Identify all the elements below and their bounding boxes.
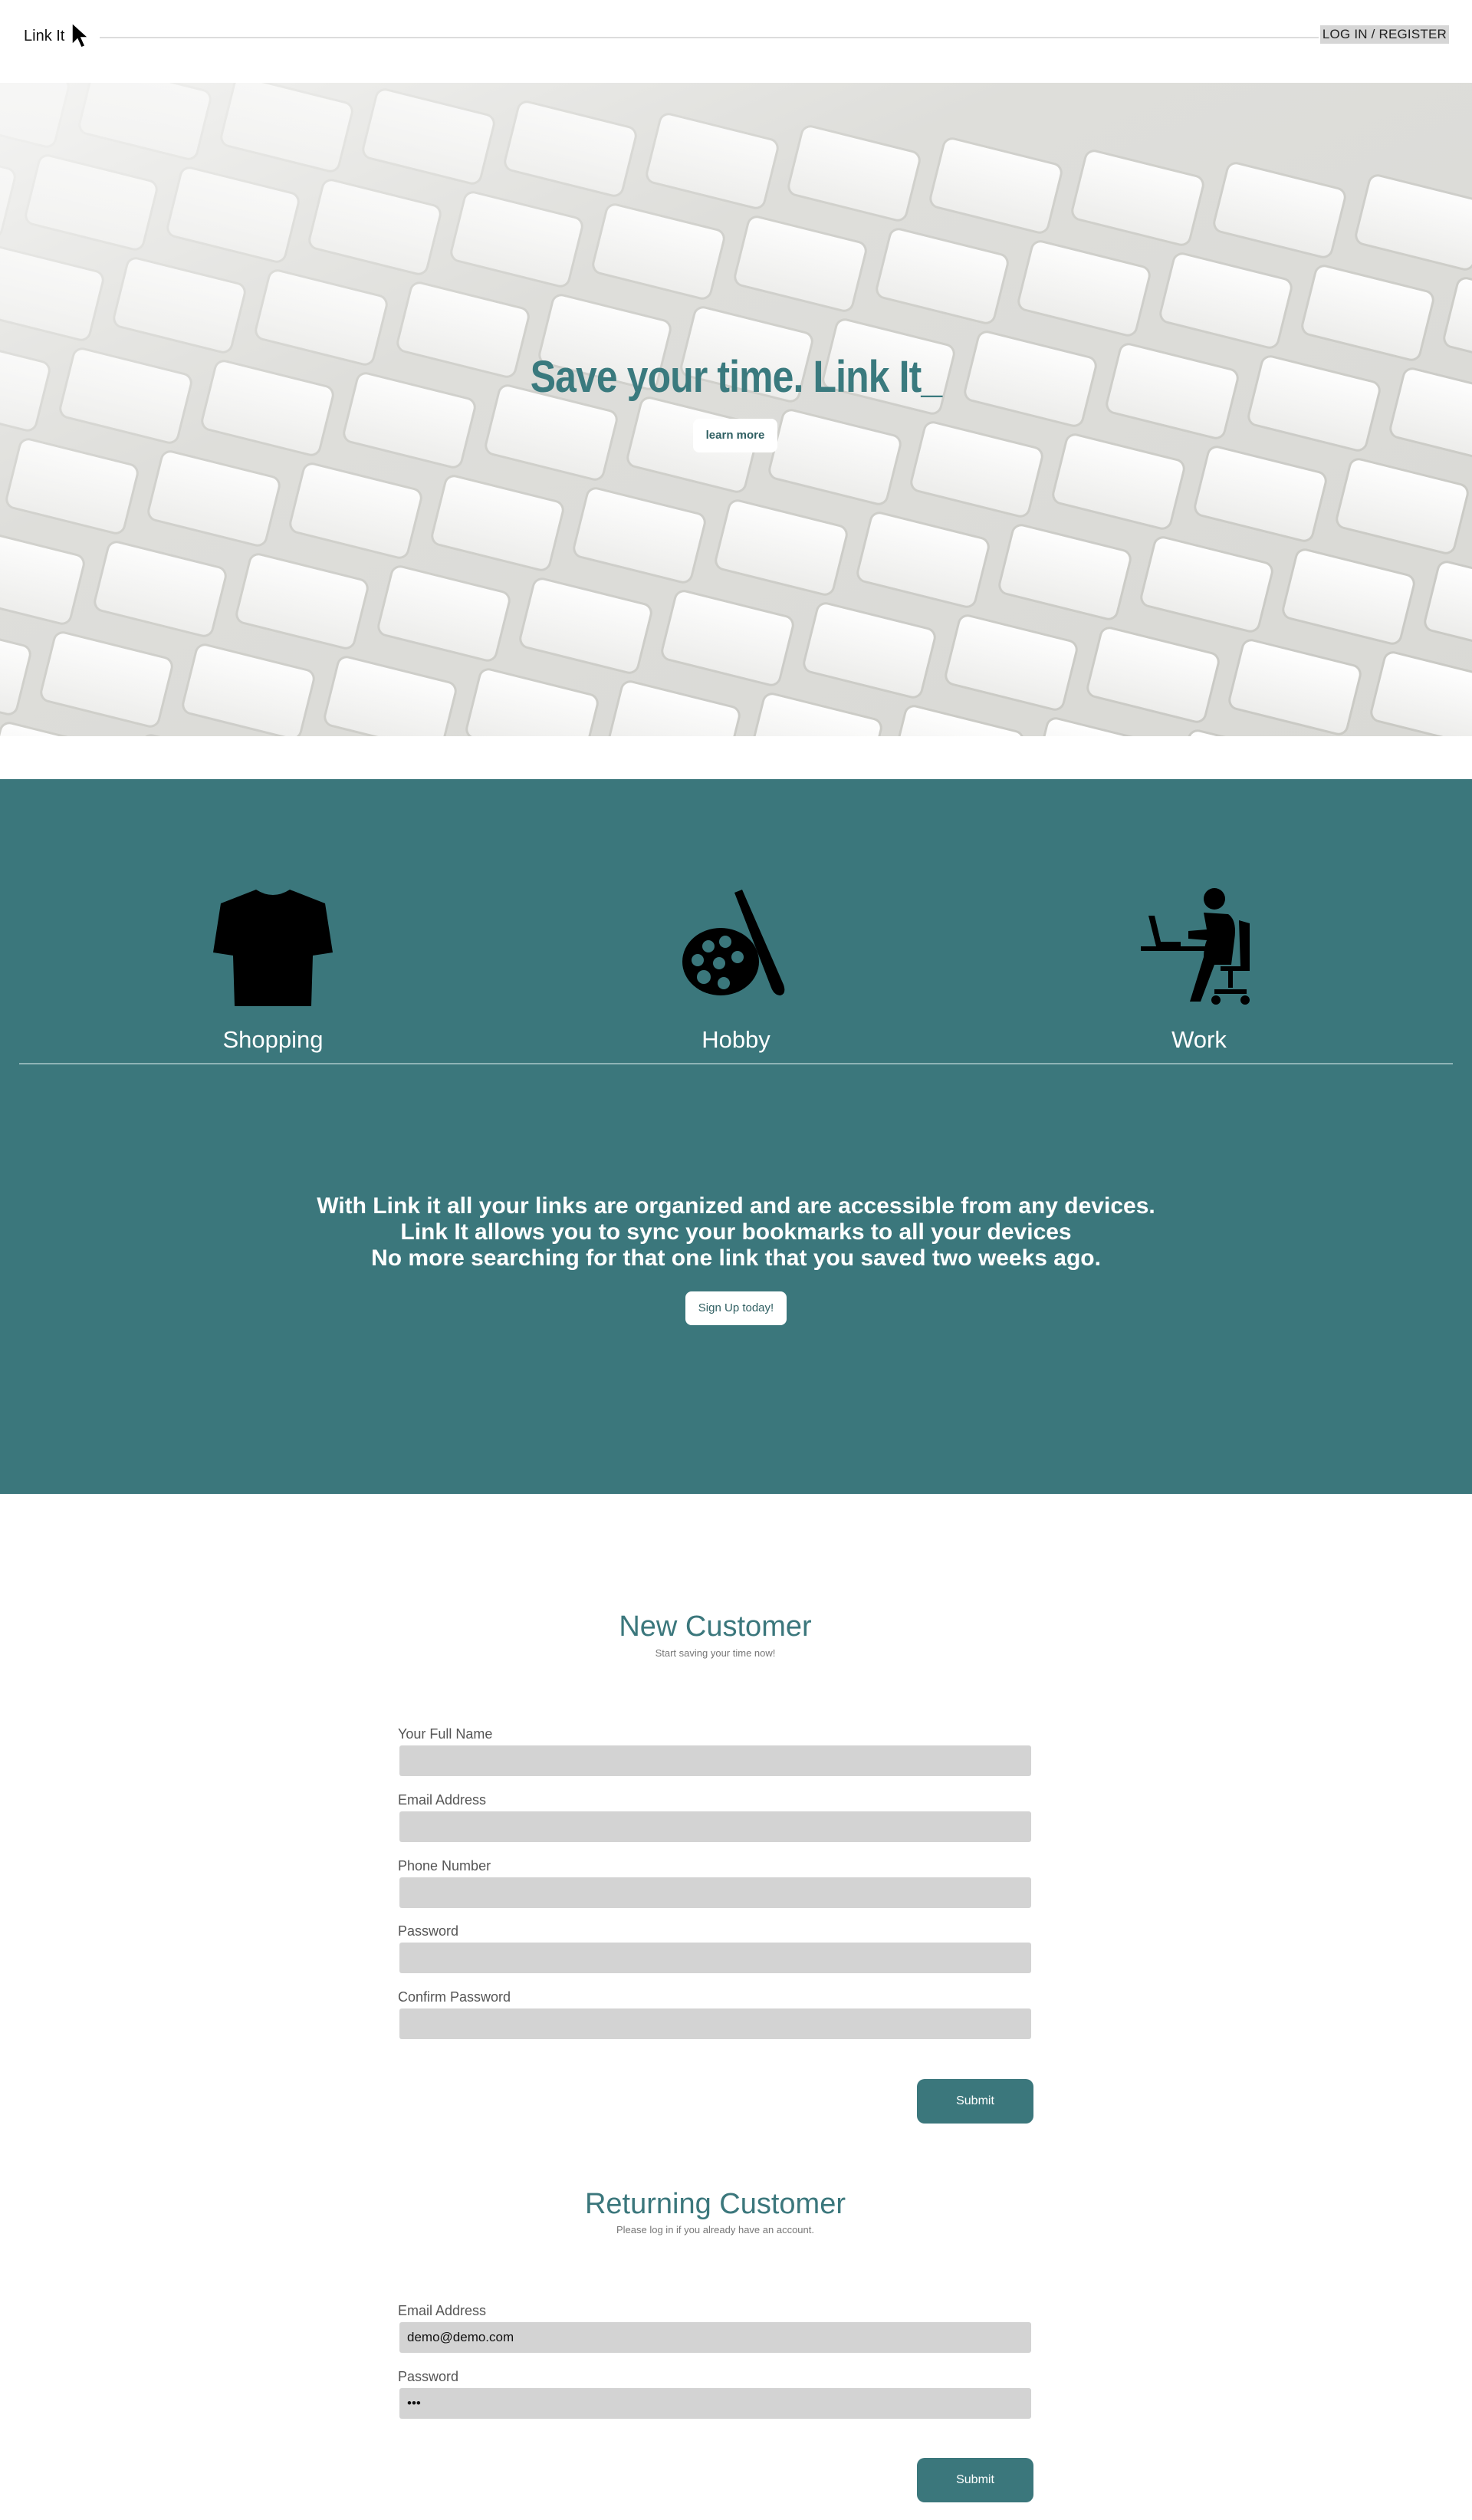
phone-input[interactable] — [399, 1877, 1031, 1908]
feature-label: Work — [1171, 1026, 1227, 1053]
palette-icon — [682, 890, 785, 995]
login-password-input[interactable]: ••• — [399, 2388, 1031, 2419]
section-divider — [19, 1063, 1453, 1064]
feature-hobby[interactable]: Hobby — [621, 887, 851, 1054]
mouse-cursor-icon — [71, 21, 90, 48]
full-name-input[interactable] — [399, 1745, 1031, 1776]
new-customer-subtitle: Start saving your time now! — [655, 1647, 776, 1659]
description-line: With Link it all your links are organize… — [317, 1193, 1155, 1219]
email-label: Email Address — [398, 1792, 487, 1808]
new-customer-title: New Customer — [619, 1610, 812, 1643]
tshirt-icon — [213, 890, 333, 1006]
password-label: Password — [398, 1923, 459, 1939]
features-section: Shopping Hobby Work With Link it all you… — [0, 779, 1472, 1494]
features-description: With Link it all your links are organize… — [0, 1193, 1472, 1272]
keyboard-background-image — [0, 83, 1472, 736]
hero-title: Save your time. Link It_ — [530, 352, 942, 402]
returning-customer-subtitle: Please log in if you already have an acc… — [616, 2224, 814, 2235]
email-input[interactable] — [399, 1811, 1031, 1842]
feature-shopping[interactable]: Shopping — [158, 887, 388, 1054]
signup-button[interactable]: Sign Up today! — [685, 1291, 787, 1325]
feature-label: Shopping — [222, 1026, 324, 1053]
login-password-label: Password — [398, 2369, 459, 2384]
brand-logo[interactable]: Link It — [24, 28, 64, 45]
register-submit-button[interactable]: Submit — [917, 2079, 1033, 2124]
login-register-link[interactable]: LOG IN / REGISTER — [1319, 25, 1449, 44]
password-input[interactable] — [399, 1943, 1031, 1973]
site-header: Link It LOG IN / REGISTER — [0, 0, 1472, 83]
confirm-password-input[interactable] — [399, 2008, 1031, 2039]
hero-section: Save your time. Link It_ learn more — [0, 83, 1472, 736]
confirm-password-label: Confirm Password — [398, 1989, 511, 2005]
person-at-desk-icon — [1141, 888, 1250, 1005]
description-line: No more searching for that one link that… — [371, 1245, 1101, 1271]
learn-more-button[interactable]: learn more — [693, 419, 777, 452]
login-submit-button[interactable]: Submit — [917, 2458, 1033, 2502]
returning-customer-title: Returning Customer — [584, 2188, 846, 2220]
full-name-label: Your Full Name — [398, 1726, 493, 1742]
phone-label: Phone Number — [398, 1858, 491, 1874]
header-divider — [100, 37, 1319, 38]
login-email-input[interactable] — [399, 2322, 1031, 2353]
feature-work[interactable]: Work — [1084, 887, 1314, 1054]
description-line: Link It allows you to sync your bookmark… — [400, 1219, 1072, 1245]
login-email-label: Email Address — [398, 2303, 487, 2318]
feature-label: Hobby — [702, 1026, 770, 1053]
